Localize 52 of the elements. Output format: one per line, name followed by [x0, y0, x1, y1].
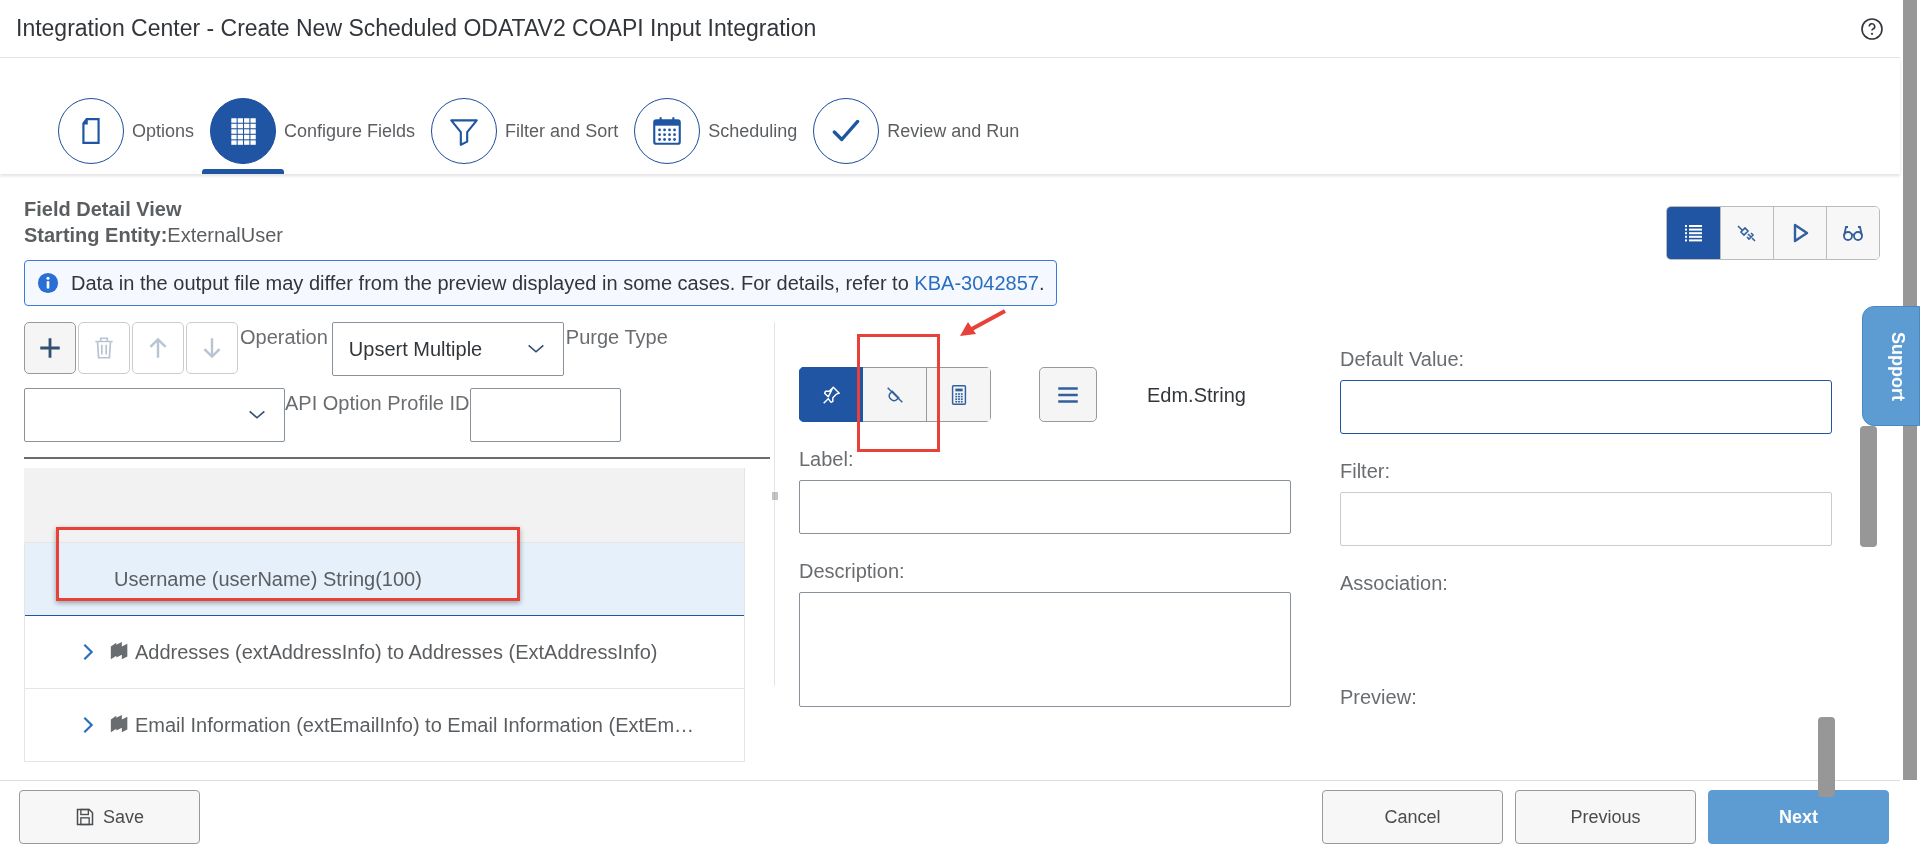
- view-toggle-button[interactable]: [1667, 207, 1720, 259]
- purge-type-label: Purge Type: [565, 325, 668, 350]
- input-field[interactable]: [799, 592, 1291, 707]
- data-type-text: Edm.String: [1147, 382, 1246, 408]
- input-field[interactable]: [799, 480, 1291, 534]
- save-icon: [75, 807, 95, 827]
- section-title: Field Detail View: [24, 197, 183, 222]
- document-icon: [82, 118, 100, 144]
- operation-label: Operation: [240, 325, 328, 350]
- field-label: Description:: [799, 559, 906, 584]
- info-icon: [37, 272, 59, 294]
- mapping-mode-button[interactable]: [863, 367, 927, 422]
- field-label: Label:: [799, 447, 855, 472]
- step-label[interactable]: Scheduling: [708, 117, 798, 145]
- step-label[interactable]: Configure Fields: [284, 117, 416, 145]
- menu-button[interactable]: [1039, 367, 1097, 422]
- tree-row[interactable]: Addresses (extAddressInfo) to Addresses (ExtAddressInfo): [25, 616, 744, 689]
- scrollbar[interactable]: [1860, 426, 1877, 547]
- starting-entity-text: Starting Entity:ExternalUser: [24, 223, 283, 248]
- field-label: Preview:: [1340, 685, 1418, 710]
- add-button[interactable]: [24, 322, 76, 374]
- view-toggle-group[interactable]: [1666, 206, 1880, 260]
- mapping-mode-button[interactable]: [927, 367, 991, 422]
- purge-type-select[interactable]: [24, 388, 285, 442]
- info-text: Data in the output file may differ from the preview displayed in some cases. For details, refer to KBA-3042857.: [71, 271, 1045, 296]
- step-label[interactable]: Options: [132, 117, 195, 145]
- add-icon: [37, 335, 63, 361]
- mapping-mode-button[interactable]: [799, 367, 863, 422]
- save-button[interactable]: Save: [19, 790, 200, 844]
- operation-select[interactable]: Upsert Multiple: [331, 322, 564, 376]
- view-toggle-button[interactable]: [1826, 207, 1879, 259]
- step-label[interactable]: Review and Run: [887, 117, 1020, 145]
- cancel-button[interactable]: Cancel: [1322, 790, 1503, 844]
- window-title: Integration Center - Create New Scheduled ODATAV2 COAPI Input Integration: [16, 14, 817, 44]
- view-toggle-button[interactable]: [1773, 207, 1826, 259]
- step-label[interactable]: Filter and Sort: [505, 117, 619, 145]
- api-option-profile-field[interactable]: [469, 388, 621, 442]
- tree-row[interactable]: Username (userName) String(100): [25, 543, 744, 616]
- field-label: Filter:: [1340, 459, 1391, 484]
- scrollbar[interactable]: [1818, 717, 1835, 797]
- field-label: Association:: [1340, 571, 1449, 596]
- kba-link[interactable]: KBA-3042857: [914, 272, 1039, 294]
- input-field[interactable]: [1340, 380, 1832, 434]
- view-toggle-button[interactable]: [1720, 207, 1773, 259]
- annotation-arrow: [960, 309, 1006, 336]
- previous-button[interactable]: Previous: [1515, 790, 1696, 844]
- help-icon: [1860, 16, 1884, 41]
- api-option-profile-label: API Option Profile ID: [285, 391, 470, 416]
- tree-row[interactable]: Email Information (extEmailInfo) to Email Information (ExtEm…: [25, 689, 744, 762]
- field-label: Default Value:: [1340, 347, 1466, 372]
- splitter-grip-icon: [772, 492, 778, 500]
- pin-icon: [820, 383, 842, 406]
